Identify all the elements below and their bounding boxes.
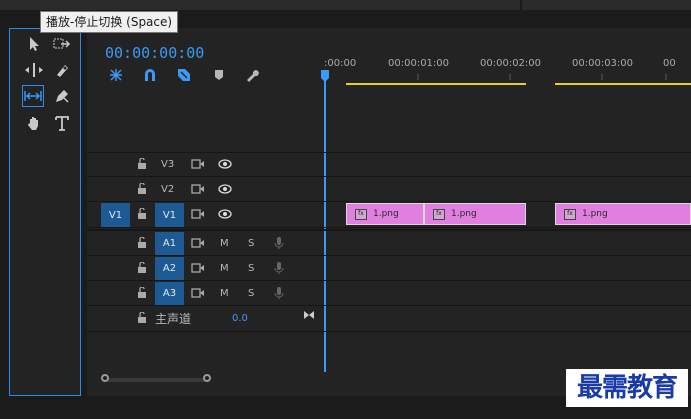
- track-label-v3: V3: [161, 159, 175, 170]
- tools-panel: [9, 28, 81, 396]
- eye-icon[interactable]: [218, 209, 232, 219]
- track-label-v2: V2: [161, 184, 175, 195]
- source-patch-v1[interactable]: V1: [101, 203, 130, 227]
- solo-button[interactable]: S: [248, 238, 254, 249]
- top-divider: [520, 0, 522, 10]
- clip[interactable]: fx 1.png: [346, 203, 424, 225]
- track-select-tool[interactable]: [51, 33, 73, 55]
- solo-button[interactable]: S: [248, 288, 254, 299]
- microphone-icon[interactable]: [274, 261, 284, 275]
- ruler-label-0: :00:00: [324, 58, 357, 69]
- slip-icon: [24, 91, 42, 101]
- track-target-a3[interactable]: A3: [155, 282, 184, 305]
- track-row-v2: [87, 178, 691, 202]
- sync-lock-icon[interactable]: [191, 183, 205, 195]
- fx-icon: fx: [433, 208, 445, 220]
- mute-button[interactable]: M: [220, 288, 229, 299]
- ruler-label-4: 00: [663, 58, 676, 69]
- wrench-icon[interactable]: [245, 68, 259, 82]
- sync-lock-icon[interactable]: [191, 158, 205, 170]
- track-select-icon: [53, 38, 71, 49]
- linked-selection-icon[interactable]: [177, 68, 191, 82]
- pen-tool[interactable]: [51, 85, 73, 107]
- lock-icon[interactable]: [137, 237, 147, 249]
- tooltip: 播放-停止切换 (Space): [40, 11, 179, 33]
- sync-lock-icon[interactable]: [191, 208, 205, 220]
- go-to-edit-point-icon[interactable]: [303, 310, 315, 320]
- microphone-icon[interactable]: [274, 236, 284, 250]
- lock-icon[interactable]: [137, 208, 147, 220]
- lock-icon[interactable]: [137, 312, 147, 324]
- razor-tool[interactable]: [51, 59, 73, 81]
- track-row-v3: [87, 153, 691, 177]
- solo-button[interactable]: S: [248, 263, 254, 274]
- clip-label: 1.png: [582, 209, 608, 219]
- timeline-toolbar: [107, 67, 267, 85]
- lock-icon[interactable]: [137, 262, 147, 274]
- selection-tool[interactable]: [23, 33, 45, 55]
- ripple-edit-icon: [25, 63, 43, 77]
- hand-tool[interactable]: [23, 112, 45, 134]
- ruler-label-3: 00:00:03:00: [572, 58, 634, 69]
- type-icon: [55, 116, 69, 131]
- lock-icon[interactable]: [137, 158, 147, 170]
- clip[interactable]: fx 1.png: [424, 203, 526, 225]
- fx-icon: fx: [355, 208, 367, 220]
- clip-label: 1.png: [373, 209, 399, 219]
- eye-icon[interactable]: [218, 159, 232, 169]
- ruler-label-2: 00:00:02:00: [480, 58, 542, 69]
- scrollbar-handle-left[interactable]: [101, 374, 109, 382]
- track-target-v1[interactable]: V1: [155, 203, 184, 227]
- horizontal-scrollbar[interactable]: [105, 378, 209, 382]
- master-track-label: 主声道: [155, 312, 192, 326]
- top-strip: [0, 0, 691, 10]
- mute-button[interactable]: M: [220, 263, 229, 274]
- pen-icon: [56, 90, 69, 103]
- snap-icon[interactable]: [143, 68, 157, 82]
- sync-lock-icon[interactable]: [191, 262, 205, 274]
- ripple-edit-tool[interactable]: [23, 59, 45, 81]
- master-volume-value[interactable]: 0.0: [232, 313, 248, 324]
- hand-icon: [28, 117, 38, 130]
- sync-lock-icon[interactable]: [191, 237, 205, 249]
- clip-label: 1.png: [451, 209, 477, 219]
- nest-sequence-icon[interactable]: [109, 68, 123, 82]
- watermark: 最需教育: [566, 369, 688, 407]
- track-target-a1[interactable]: A1: [155, 232, 184, 255]
- razor-icon: [57, 65, 68, 77]
- slip-tool[interactable]: [22, 85, 44, 107]
- lock-icon[interactable]: [137, 287, 147, 299]
- lock-icon[interactable]: [137, 183, 147, 195]
- microphone-icon[interactable]: [274, 286, 284, 300]
- playhead-handle-icon[interactable]: [320, 70, 330, 82]
- eye-icon[interactable]: [218, 184, 232, 194]
- mute-button[interactable]: M: [220, 238, 229, 249]
- playhead-timecode[interactable]: 00:00:00:00: [105, 44, 204, 62]
- fx-icon: fx: [564, 208, 576, 220]
- track-target-a2[interactable]: A2: [155, 257, 184, 280]
- ruler-label-1: 00:00:01:00: [388, 58, 450, 69]
- sync-lock-icon[interactable]: [191, 287, 205, 299]
- clip[interactable]: fx 1.png: [555, 203, 691, 225]
- scrollbar-handle-right[interactable]: [203, 374, 211, 382]
- add-marker-icon[interactable]: [213, 69, 225, 81]
- selection-arrow-icon: [30, 37, 39, 51]
- type-tool[interactable]: [51, 112, 73, 134]
